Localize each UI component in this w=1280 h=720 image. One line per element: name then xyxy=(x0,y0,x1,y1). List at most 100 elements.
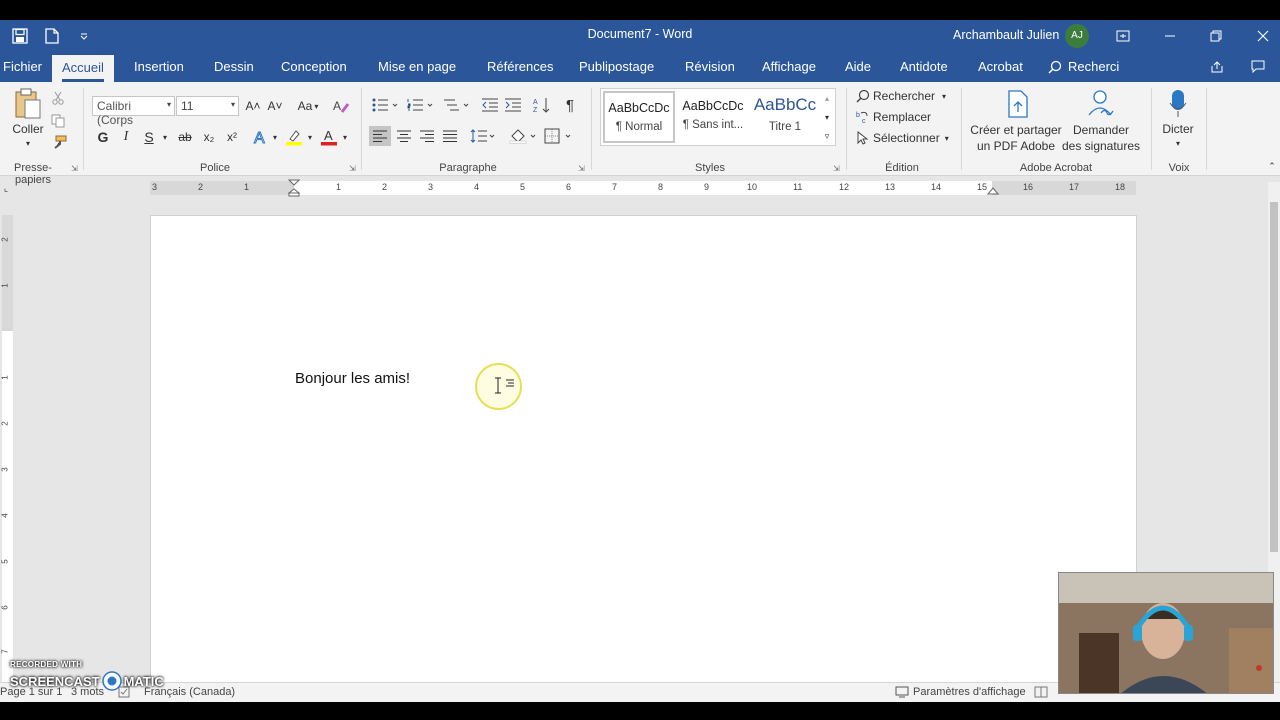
font-size-combo[interactable]: 11 ▾ xyxy=(176,96,239,116)
close-icon[interactable] xyxy=(1253,26,1273,46)
ribbon-display-options-icon[interactable] xyxy=(1113,26,1133,46)
tab-selector-icon[interactable]: ⌞ xyxy=(0,182,12,194)
superscript-button[interactable]: x² xyxy=(222,127,242,147)
italic-button[interactable]: I xyxy=(116,127,136,147)
subscript-button[interactable]: x₂ xyxy=(199,127,219,147)
style-normal[interactable]: AaBbCcDc ¶ Normal xyxy=(603,91,675,143)
font-color-icon[interactable]: A xyxy=(318,126,340,148)
create-pdf-icon[interactable] xyxy=(1004,88,1032,120)
watermark-brand-b: MATIC xyxy=(123,673,164,689)
collapse-ribbon-icon[interactable]: ⌃ xyxy=(1266,160,1278,172)
style-heading-1[interactable]: AaBbCс Titre 1 xyxy=(749,91,821,143)
microphone-icon[interactable] xyxy=(1166,88,1190,120)
highlight-dropdown-icon[interactable]: ▾ xyxy=(305,127,315,147)
user-name[interactable]: Archambault Julien xyxy=(953,28,1059,42)
tab-revision[interactable]: Révision xyxy=(685,59,735,74)
svg-text:b: b xyxy=(856,112,860,119)
highlight-color-icon[interactable] xyxy=(283,126,305,148)
justify-icon[interactable] xyxy=(439,126,461,146)
font-name-combo[interactable]: Calibri (Corps ▾ xyxy=(92,96,175,127)
grow-font-button[interactable]: A˄ xyxy=(244,96,262,116)
display-settings-button[interactable]: Paramètres d'affichage xyxy=(895,686,1026,698)
restore-icon[interactable] xyxy=(1206,26,1226,46)
underline-dropdown-icon[interactable]: ▾ xyxy=(159,127,171,147)
font-launcher-icon[interactable]: ⇲ xyxy=(349,164,356,173)
align-right-icon[interactable] xyxy=(416,126,438,146)
indent-marker-icon[interactable] xyxy=(288,179,300,197)
decrease-indent-icon[interactable] xyxy=(480,95,500,115)
scrollbar-thumb[interactable] xyxy=(1270,202,1278,552)
share-icon[interactable] xyxy=(1210,60,1224,77)
paste-button[interactable]: Coller xyxy=(6,122,50,136)
change-case-button[interactable]: Aa ▾ xyxy=(294,96,322,116)
vertical-ruler[interactable]: 2 1 1 2 3 4 5 6 7 xyxy=(0,215,13,685)
webcam-overlay xyxy=(1058,572,1274,694)
tab-insertion[interactable]: Insertion xyxy=(134,59,184,74)
paragraph-launcher-icon[interactable]: ⇲ xyxy=(578,164,585,173)
multilevel-list-icon[interactable] xyxy=(441,95,471,115)
dictate-dropdown-icon[interactable]: ▾ xyxy=(1173,139,1183,148)
strikethrough-button[interactable]: ab xyxy=(174,127,196,147)
tab-aide[interactable]: Aide xyxy=(845,59,871,74)
request-signatures-button[interactable]: Demander des signatures xyxy=(1057,122,1145,154)
tab-publipostage[interactable]: Publipostage xyxy=(579,59,654,74)
minimize-icon[interactable] xyxy=(1160,26,1180,46)
select-button[interactable]: Sélectionner ▾ xyxy=(856,128,949,148)
create-share-pdf-button[interactable]: Créer et partager un PDF Adobe xyxy=(966,122,1066,154)
styles-scroll-up-icon[interactable]: ▴ xyxy=(820,90,834,106)
text-effects-dropdown-icon[interactable]: ▾ xyxy=(270,127,280,147)
tab-dessin[interactable]: Dessin xyxy=(214,59,254,74)
dictate-button[interactable]: Dicter xyxy=(1158,122,1198,136)
ruler-tick-label: 3 xyxy=(0,467,10,472)
shading-icon[interactable] xyxy=(507,126,539,146)
tab-accueil[interactable]: Accueil xyxy=(52,55,114,82)
shrink-font-button[interactable]: A˅ xyxy=(266,96,284,116)
tab-antidote[interactable]: Antidote xyxy=(900,59,948,74)
font-color-dropdown-icon[interactable]: ▾ xyxy=(340,127,350,147)
bold-button[interactable]: G xyxy=(93,127,113,147)
styles-launcher-icon[interactable]: ⇲ xyxy=(833,164,840,173)
document-text[interactable]: Bonjour les amis! xyxy=(295,370,410,387)
tab-conception[interactable]: Conception xyxy=(281,59,347,74)
paste-icon[interactable] xyxy=(12,88,44,120)
bullets-icon[interactable] xyxy=(370,95,400,115)
styles-more-icon[interactable]: ▿ xyxy=(820,128,834,144)
document-page[interactable]: Bonjour les amis! xyxy=(150,215,1137,685)
cut-icon[interactable] xyxy=(50,90,66,106)
tab-fichier[interactable]: Fichier xyxy=(3,59,42,74)
svg-text:c: c xyxy=(862,118,866,124)
paste-dropdown-icon[interactable]: ▾ xyxy=(23,139,33,148)
underline-button[interactable]: S xyxy=(139,127,159,147)
group-divider xyxy=(1151,88,1152,170)
style-no-spacing[interactable]: AaBbCcDc ¶ Sans int... xyxy=(677,91,749,143)
replace-button[interactable]: bc Remplacer xyxy=(856,107,931,127)
styles-scroll-down-icon[interactable]: ▾ xyxy=(820,109,834,125)
tab-affichage[interactable]: Affichage xyxy=(762,59,816,74)
format-painter-icon[interactable] xyxy=(50,135,68,151)
find-button[interactable]: Rechercher ▾ xyxy=(856,86,946,106)
copy-icon[interactable] xyxy=(50,113,66,129)
sort-icon[interactable]: AZ xyxy=(531,95,553,115)
tab-mise-en-page[interactable]: Mise en page xyxy=(378,59,456,74)
tell-me-input[interactable]: Recherci xyxy=(1068,59,1119,74)
show-formatting-marks-button[interactable]: ¶ xyxy=(560,95,580,115)
clear-formatting-icon[interactable]: A xyxy=(331,96,351,116)
tab-acrobat[interactable]: Acrobat xyxy=(978,59,1023,74)
tab-references[interactable]: Références xyxy=(487,59,553,74)
align-left-icon[interactable] xyxy=(369,126,391,146)
avatar[interactable]: AJ xyxy=(1065,24,1089,48)
numbering-icon[interactable] xyxy=(405,95,435,115)
line-spacing-icon[interactable] xyxy=(468,126,498,146)
text-effects-icon[interactable]: A xyxy=(250,126,272,148)
right-indent-marker-icon[interactable] xyxy=(987,187,999,196)
tell-me-search[interactable]: Recherci xyxy=(1048,59,1119,74)
align-center-icon[interactable] xyxy=(393,126,415,146)
increase-indent-icon[interactable] xyxy=(503,95,523,115)
read-mode-icon[interactable] xyxy=(1034,686,1048,701)
request-signatures-icon[interactable] xyxy=(1084,88,1116,120)
group-divider xyxy=(846,88,847,170)
borders-icon[interactable] xyxy=(542,126,574,146)
clipboard-launcher-icon[interactable]: ⇲ xyxy=(71,164,78,173)
comments-icon[interactable] xyxy=(1251,60,1265,76)
horizontal-ruler[interactable]: 3 2 1 1 2 3 4 5 6 7 8 9 10 11 12 13 14 1… xyxy=(150,179,1136,197)
